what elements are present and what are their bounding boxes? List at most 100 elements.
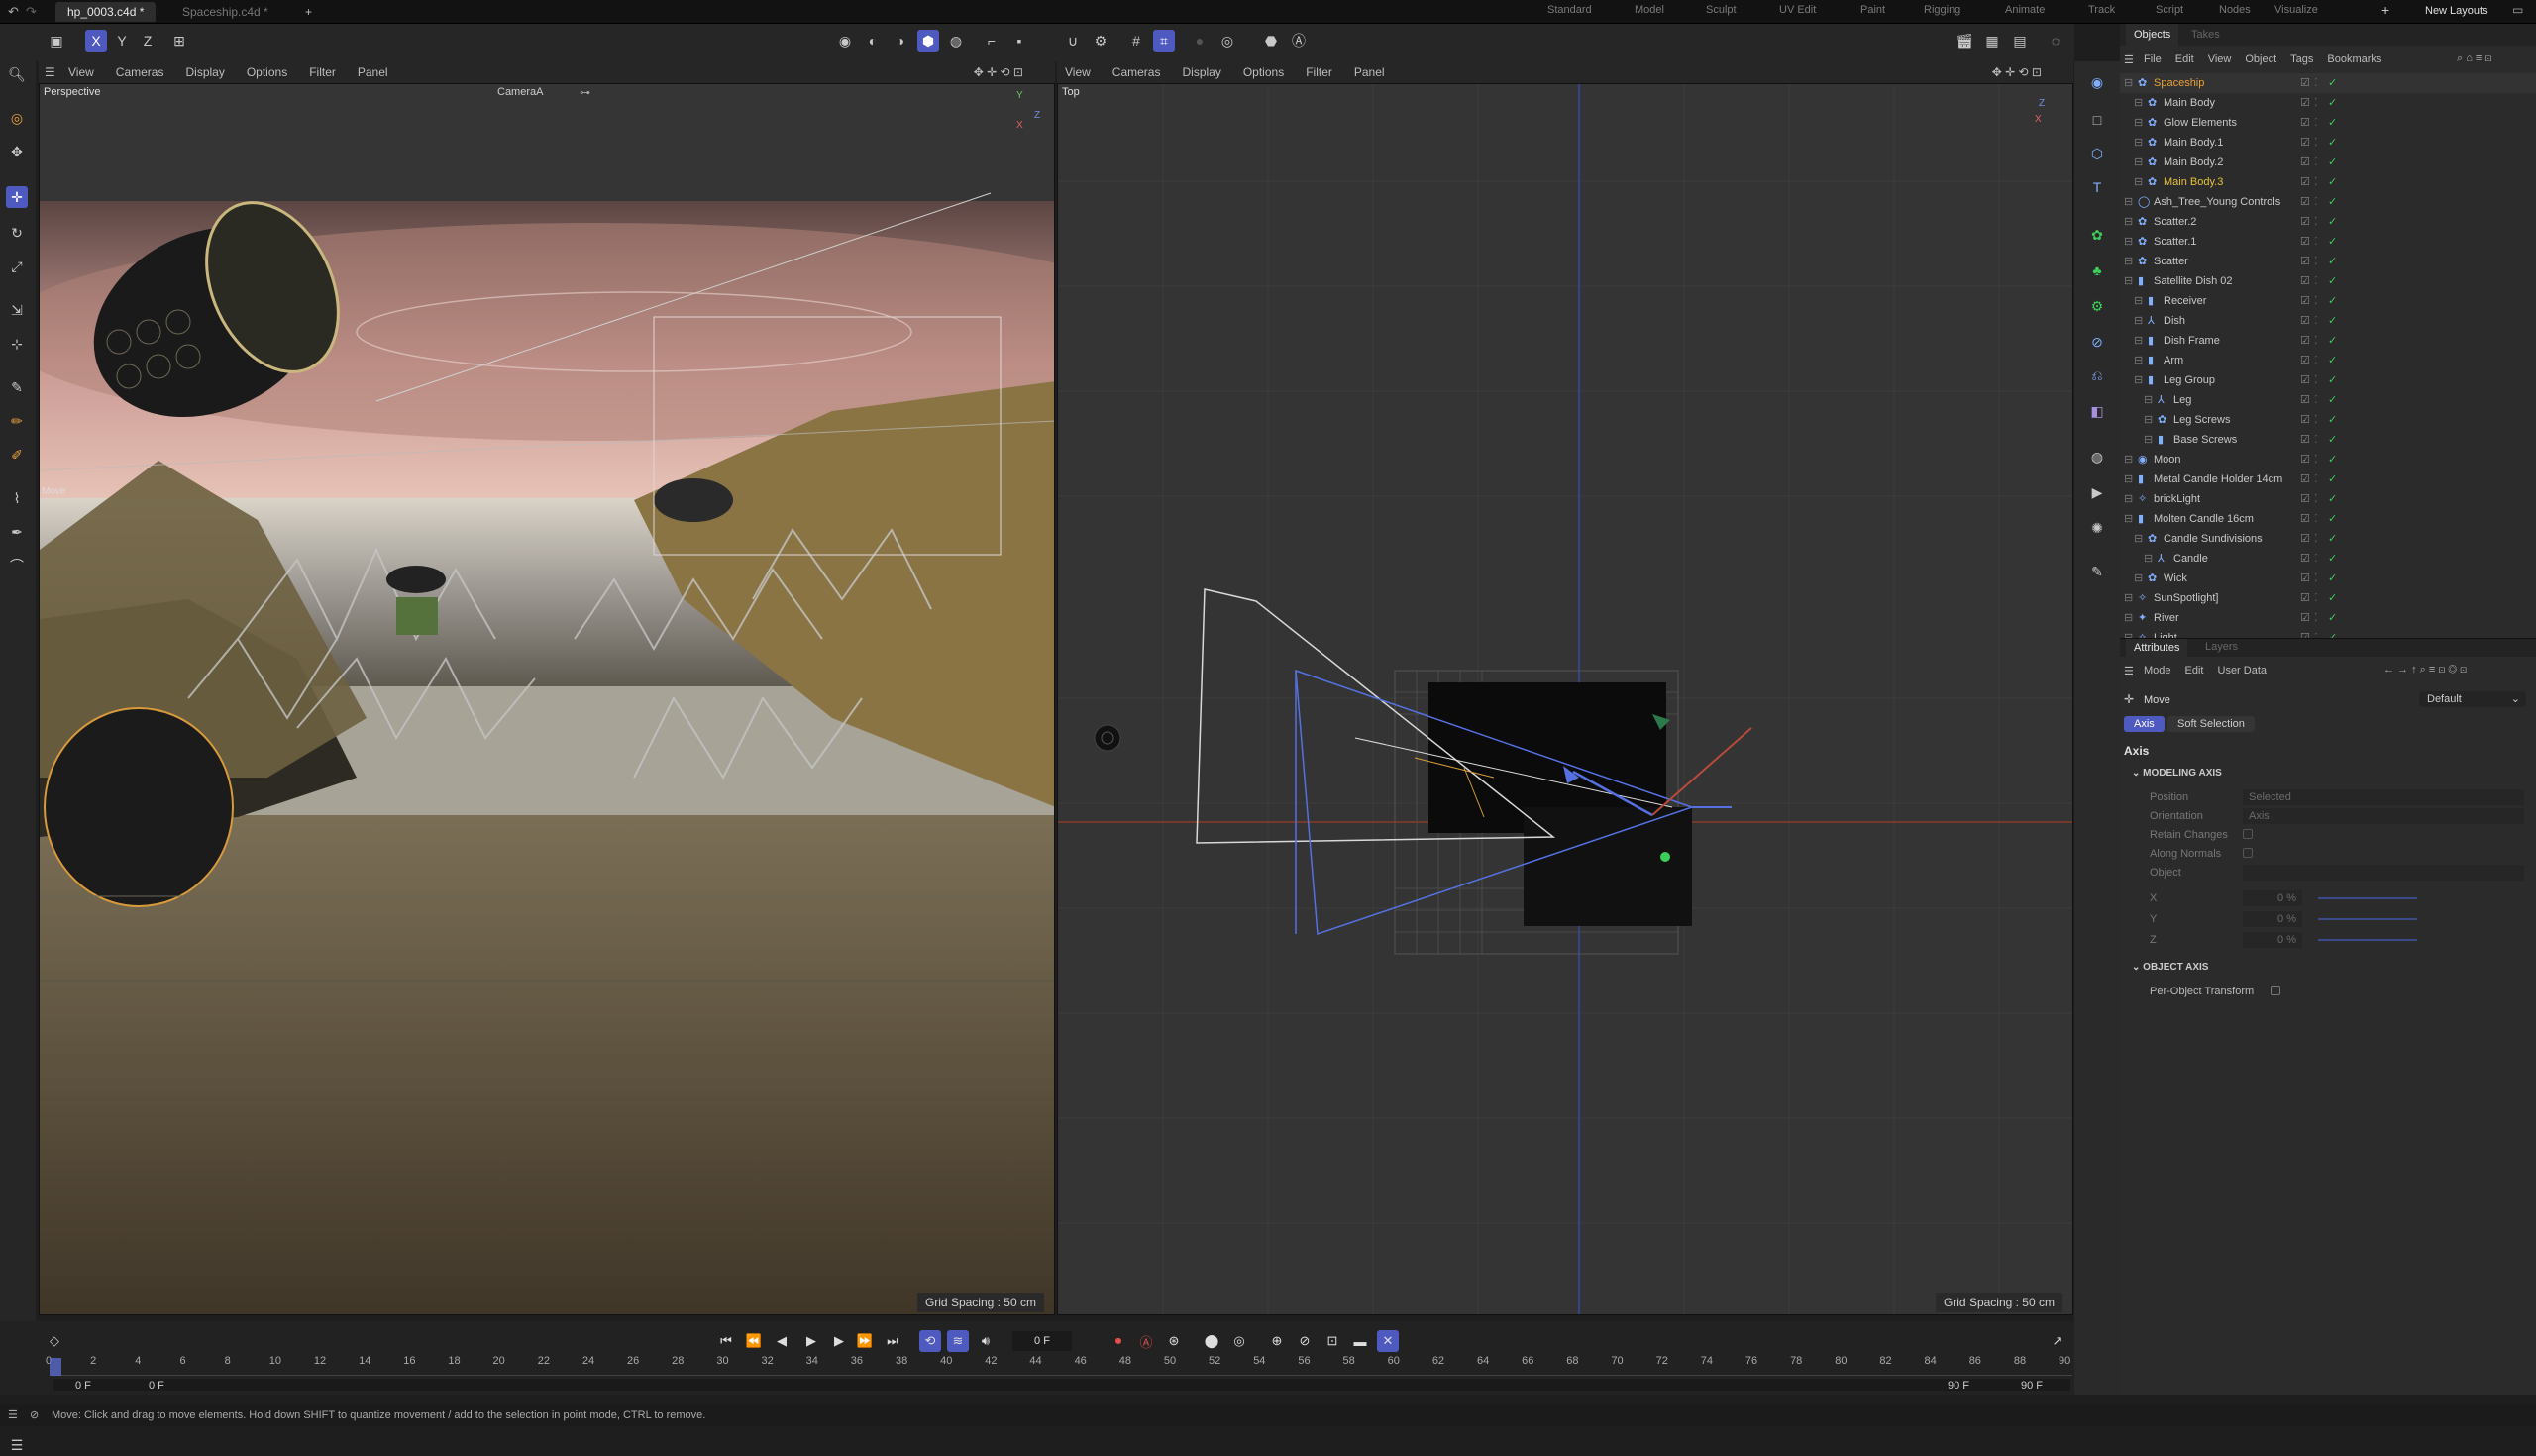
axis-x-button[interactable]: X [85, 30, 107, 52]
render-dots-icon[interactable]: ⁚ [2314, 489, 2318, 509]
modeling-axis-group[interactable]: ⌄ MODELING AXIS [2132, 768, 2222, 779]
workplane-icon[interactable]: ▪ [1008, 30, 1030, 52]
render-dots-icon[interactable]: ⁚ [2314, 311, 2318, 331]
enabled-check-icon[interactable]: ✓ [2328, 469, 2337, 489]
enabled-check-icon[interactable]: ✓ [2328, 172, 2337, 192]
viewport-menu-item[interactable]: Options [247, 65, 287, 79]
object-name[interactable]: Dish Frame [2164, 331, 2220, 351]
object-row[interactable]: ⊟ ✿ Main Body.2 ☑ ⁚ ✓ [2120, 153, 2536, 172]
expand-icon[interactable]: ⊟ [2134, 311, 2143, 331]
layout-tab[interactable]: UV Edit [1779, 4, 1816, 16]
range-start-field[interactable]: 0 F [75, 1380, 91, 1392]
visibility-toggle-icon[interactable]: ☑ [2300, 153, 2310, 172]
object-name[interactable]: Glow Elements [2164, 113, 2237, 133]
expand-icon[interactable]: ⊟ [2124, 509, 2133, 529]
expand-icon[interactable]: ⊟ [2134, 370, 2143, 390]
cinema-icon[interactable]: ▣ [46, 30, 67, 52]
object-name[interactable]: Moon [2154, 450, 2181, 469]
enabled-check-icon[interactable]: ✓ [2328, 509, 2337, 529]
viewport-menu-item[interactable]: Panel [358, 65, 388, 79]
attr-slider[interactable] [2318, 897, 2417, 899]
visibility-toggle-icon[interactable]: ☑ [2300, 469, 2310, 489]
render-dots-icon[interactable]: ⁚ [2314, 370, 2318, 390]
visibility-toggle-icon[interactable]: ☑ [2300, 271, 2310, 291]
volume-icon[interactable]: ◧ [2086, 400, 2108, 422]
viewport-menu-item[interactable]: View [68, 65, 94, 79]
object-name[interactable]: Wick [2164, 569, 2187, 588]
rotate-tool-icon[interactable]: ↻ [6, 222, 28, 244]
enabled-check-icon[interactable]: ✓ [2328, 73, 2337, 93]
attr-value[interactable]: 0 % [2243, 932, 2302, 948]
expand-icon[interactable]: ⊟ [2134, 172, 2143, 192]
tab-document-spaceship[interactable]: Spaceship.c4d * [170, 2, 280, 22]
model-mode-icon[interactable]: ⬢ [917, 30, 939, 52]
layout-tab[interactable]: Nodes [2219, 4, 2251, 16]
object-row[interactable]: ⊟ ✿ Candle Sundivisions ☑ ⁚ ✓ [2120, 529, 2536, 549]
object-row[interactable]: ⊟ ⅄ Candle ☑ ⁚ ✓ [2120, 549, 2536, 569]
expand-icon[interactable]: ⊟ [2124, 212, 2133, 232]
object-row[interactable]: ⊟ ✿ Spaceship ☑ ⁚ ✓ [2120, 73, 2536, 93]
placement-tool-icon[interactable]: ⊹ [6, 333, 28, 355]
visibility-toggle-icon[interactable]: ☑ [2300, 430, 2310, 450]
object-row[interactable]: ⊟ ✿ Glow Elements ☑ ⁚ ✓ [2120, 113, 2536, 133]
spline-pen-icon[interactable]: ✎ [6, 376, 28, 398]
viewport-menu-item[interactable]: Options [1243, 65, 1284, 79]
generator-icon[interactable]: ✿ [2086, 224, 2108, 246]
render-dots-icon[interactable]: ⁚ [2314, 232, 2318, 252]
attr-value[interactable] [2243, 848, 2253, 858]
object-name[interactable]: Main Body [2164, 93, 2215, 113]
layout-tab[interactable]: Rigging [1924, 4, 1960, 16]
render-dots-icon[interactable]: ⁚ [2314, 390, 2318, 410]
magnet-icon[interactable]: ∪ [1062, 30, 1084, 52]
visibility-toggle-icon[interactable]: ☑ [2300, 410, 2310, 430]
visibility-toggle-icon[interactable]: ☑ [2300, 351, 2310, 370]
visibility-toggle-icon[interactable]: ☑ [2300, 450, 2310, 469]
objects-menu-item[interactable]: Object [2245, 53, 2276, 65]
object-row[interactable]: ⊟ ✧ brickLight ☑ ⁚ ✓ [2120, 489, 2536, 509]
object-row[interactable]: ⊟ ✿ Leg Screws ☑ ⁚ ✓ [2120, 410, 2536, 430]
enabled-check-icon[interactable]: ✓ [2328, 232, 2337, 252]
enabled-check-icon[interactable]: ✓ [2328, 410, 2337, 430]
visibility-toggle-icon[interactable]: ☑ [2300, 172, 2310, 192]
lock-workplane-icon[interactable]: ⬣ [1260, 30, 1282, 52]
render-dots-icon[interactable]: ⁚ [2314, 271, 2318, 291]
enabled-check-icon[interactable]: ✓ [2328, 311, 2337, 331]
subtab-axis[interactable]: Axis [2124, 716, 2165, 732]
enabled-check-icon[interactable]: ✓ [2328, 569, 2337, 588]
enabled-check-icon[interactable]: ✓ [2328, 390, 2337, 410]
expand-icon[interactable]: ⊟ [2144, 410, 2153, 430]
object-name[interactable]: Scatter.2 [2154, 212, 2196, 232]
attr-value[interactable]: 0 % [2243, 911, 2302, 927]
viewport-top[interactable]: Top Z X Grid Spacing : 50 cm [1057, 83, 2073, 1315]
spline-smooth-icon[interactable]: ✐ [6, 444, 28, 466]
render-dots-icon[interactable]: ⁚ [2314, 153, 2318, 172]
viewport-nav-icons-right[interactable]: ✥ ✛ ⟲ ⊡ [1992, 61, 2042, 83]
render-region-icon[interactable]: ◎ [1216, 30, 1238, 52]
range-slider[interactable] [53, 1379, 2070, 1391]
object-name[interactable]: Spaceship [2154, 73, 2204, 93]
object-row[interactable]: ⊟ ◯ Ash_Tree_Young Controls ☑ ⁚ ✓ [2120, 192, 2536, 212]
objects-manager-icon[interactable]: ◉ [2086, 71, 2108, 93]
attributes-menu-icon[interactable]: ☰ [2124, 665, 2134, 677]
tab-layers[interactable]: Layers [2205, 641, 2238, 653]
tab-objects[interactable]: Objects [2126, 24, 2179, 46]
render-dots-icon[interactable]: ⁚ [2314, 430, 2318, 450]
visibility-toggle-icon[interactable]: ☑ [2300, 588, 2310, 608]
viewport-menu-item[interactable]: Display [185, 65, 224, 79]
attr-value[interactable] [2243, 829, 2253, 839]
expand-icon[interactable]: ⊟ [2134, 153, 2143, 172]
visibility-toggle-icon[interactable]: ☑ [2300, 192, 2310, 212]
viewport-name-label[interactable]: Perspective [44, 86, 100, 98]
enabled-check-icon[interactable]: ✓ [2328, 628, 2337, 638]
object-row[interactable]: ⊟ ▮ Dish Frame ☑ ⁚ ✓ [2120, 331, 2536, 351]
viewport-menu-item[interactable]: Display [1182, 65, 1220, 79]
symmetry-icon[interactable]: ● [1189, 30, 1211, 52]
zoom-icon[interactable]: 🔍︎ [6, 63, 28, 85]
attr-value[interactable]: Selected [2243, 789, 2524, 805]
render-settings-icon[interactable]: ▤ [2009, 30, 2031, 52]
render-dots-icon[interactable]: ⁚ [2314, 331, 2318, 351]
enabled-check-icon[interactable]: ✓ [2328, 113, 2337, 133]
layout-tab[interactable]: Track [2088, 4, 2115, 16]
object-name[interactable]: Arm [2164, 351, 2183, 370]
grid-icon[interactable]: # [1125, 30, 1147, 52]
